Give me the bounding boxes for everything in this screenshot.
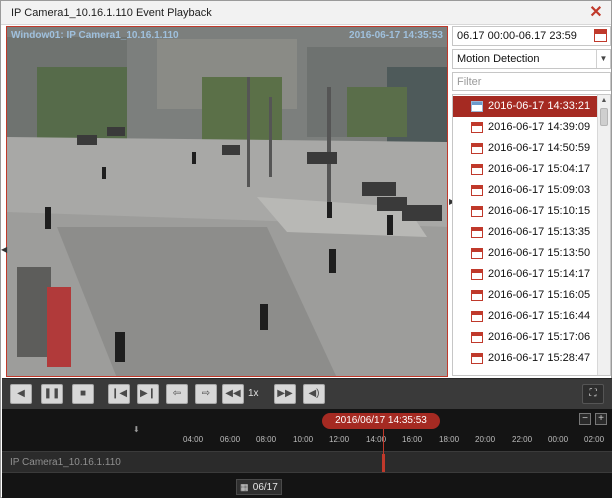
event-time-label: 2016-06-17 15:17:06 (488, 331, 591, 343)
speed-label: 1x (248, 388, 259, 399)
fullscreen-icon[interactable]: ⛶ (582, 384, 604, 404)
camera-track[interactable]: IP Camera1_10.16.1.110 (2, 451, 612, 473)
event-time-label: 2016-06-17 15:14:17 (488, 268, 591, 280)
date-selector[interactable]: ▦ 06/17 (236, 479, 282, 495)
event-list-item[interactable]: 2016-06-17 15:09:03 (453, 180, 597, 201)
event-calendar-icon (471, 101, 483, 112)
event-list-item[interactable]: 2016-06-17 15:16:44 (453, 306, 597, 327)
event-list-item[interactable]: 2016-06-17 15:16:05 (453, 285, 597, 306)
title-bar: IP Camera1_10.16.1.110 Event Playback ✕ (1, 1, 611, 25)
collapse-left-icon[interactable]: ◀ (1, 245, 7, 254)
event-time-label: 2016-06-17 15:28:47 (488, 352, 591, 364)
osd-window-label: Window01: IP Camera1_10.16.1.110 (11, 30, 179, 41)
zoom-out-button[interactable]: − (579, 413, 591, 425)
hour-label: 02:00 (584, 435, 605, 444)
forward-icon[interactable]: ⇨ (195, 384, 217, 404)
camera-scene-image (7, 27, 447, 376)
event-list-item[interactable]: 2016-06-17 14:33:21 (453, 96, 597, 117)
filter-placeholder: Filter (457, 76, 482, 88)
hour-label: 06:00 (220, 435, 241, 444)
fast-icon[interactable]: ▶▶ (274, 384, 296, 404)
playback-toolbar: ◀ ❚❚ ■ ❙◀ ▶❙ ⇦ ⇨ ◀◀ 1x ▶▶ ◀) ⛶ (2, 378, 612, 409)
event-playback-window: IP Camera1_10.16.1.110 Event Playback ✕ (0, 0, 612, 498)
slow-icon[interactable]: ◀◀ (222, 384, 244, 404)
event-time-label: 2016-06-17 15:04:17 (488, 163, 591, 175)
hour-label: 18:00 (439, 435, 460, 444)
event-list-item[interactable]: 2016-06-17 15:10:15 (453, 201, 597, 222)
event-time-label: 2016-06-17 15:10:15 (488, 205, 591, 217)
event-list-item[interactable]: 2016-06-17 14:39:09 (453, 117, 597, 138)
rewind-icon[interactable]: ⇦ (166, 384, 188, 404)
window-title: IP Camera1_10.16.1.110 Event Playback (11, 7, 212, 19)
video-window[interactable]: Window01: IP Camera1_10.16.1.110 2016-06… (6, 26, 448, 377)
timeline-panel[interactable]: 2016/06/17 14:35:53 − + ⬇ 04:00 06:00 08… (2, 409, 612, 498)
audio-icon[interactable]: ◀) (303, 384, 325, 404)
time-range-field[interactable]: 06.17 00:00-06.17 23:59 (452, 26, 611, 46)
event-list-item[interactable]: 2016-06-17 15:14:17 (453, 264, 597, 285)
time-range-value: 06.17 00:00-06.17 23:59 (457, 30, 577, 42)
date-label: 06/17 (252, 482, 278, 493)
hour-label: 16:00 (402, 435, 423, 444)
stop-icon[interactable]: ◀ (10, 384, 32, 404)
pause-icon[interactable]: ❚❚ (41, 384, 63, 404)
event-time-label: 2016-06-17 14:33:21 (488, 100, 591, 112)
zoom-in-button[interactable]: + (595, 413, 607, 425)
hour-label: 22:00 (512, 435, 533, 444)
osd-timestamp: 2016-06-17 14:35:53 (349, 30, 443, 41)
chevron-down-icon[interactable]: ▼ (596, 50, 610, 68)
event-calendar-icon (471, 122, 483, 133)
event-list-item[interactable]: 2016-06-17 15:04:17 (453, 159, 597, 180)
event-list-item[interactable]: 2016-06-17 15:28:47 (453, 348, 597, 369)
event-calendar-icon (471, 143, 483, 154)
event-calendar-icon (471, 290, 483, 301)
event-calendar-icon (471, 227, 483, 238)
calendar-icon[interactable] (594, 29, 607, 42)
event-time-label: 2016-06-17 15:16:05 (488, 289, 591, 301)
event-list-item[interactable]: 2016-06-17 14:50:59 (453, 138, 597, 159)
event-time-label: 2016-06-17 15:13:50 (488, 247, 591, 259)
hour-label: 20:00 (475, 435, 496, 444)
event-calendar-icon (471, 206, 483, 217)
event-time-label: 2016-06-17 14:39:09 (488, 121, 591, 133)
event-time-label: 2016-06-17 15:13:35 (488, 226, 591, 238)
event-time-label: 2016-06-17 15:16:44 (488, 310, 591, 322)
event-calendar-icon (471, 269, 483, 280)
timeline-current-time: 2016/06/17 14:35:53 (322, 413, 440, 429)
event-list-scrollbar[interactable]: ▲ (597, 95, 610, 375)
hour-label: 04:00 (183, 435, 204, 444)
hour-label: 08:00 (256, 435, 277, 444)
event-type-select[interactable]: Motion Detection ▼ (452, 49, 611, 69)
event-list-item[interactable]: 2016-06-17 15:17:06 (453, 327, 597, 348)
event-calendar-icon (471, 332, 483, 343)
event-list: 2016-06-17 14:33:21 2016-06-17 14:39:09 20… (452, 94, 611, 376)
event-list-item[interactable]: 2016-06-17 15:13:35 (453, 222, 597, 243)
event-calendar-icon (471, 248, 483, 259)
hour-label: 10:00 (293, 435, 314, 444)
track-camera-name: IP Camera1_10.16.1.110 (10, 457, 121, 468)
event-calendar-icon (471, 353, 483, 364)
close-icon[interactable]: ✕ (587, 4, 605, 22)
scroll-up-icon[interactable]: ▲ (598, 95, 610, 107)
event-calendar-icon (471, 311, 483, 322)
scrollbar-thumb[interactable] (600, 108, 608, 126)
filter-input[interactable]: Filter (452, 72, 611, 91)
frame-back-icon[interactable]: ❙◀ (108, 384, 130, 404)
hour-label: 12:00 (329, 435, 350, 444)
calendar-small-icon: ▦ (240, 482, 249, 492)
event-type-value: Motion Detection (457, 53, 540, 65)
playhead-needle[interactable] (383, 429, 384, 471)
event-time-label: 2016-06-17 14:50:59 (488, 142, 591, 154)
hour-label: 00:00 (548, 435, 569, 444)
event-list-item[interactable]: 2016-06-17 15:13:50 (453, 243, 597, 264)
stop-square-icon[interactable]: ■ (72, 384, 94, 404)
event-calendar-icon (471, 185, 483, 196)
event-time-label: 2016-06-17 15:09:03 (488, 184, 591, 196)
frame-forward-icon[interactable]: ▶❙ (137, 384, 159, 404)
event-sidebar: 06.17 00:00-06.17 23:59 Motion Detection… (452, 26, 612, 376)
event-calendar-icon (471, 164, 483, 175)
